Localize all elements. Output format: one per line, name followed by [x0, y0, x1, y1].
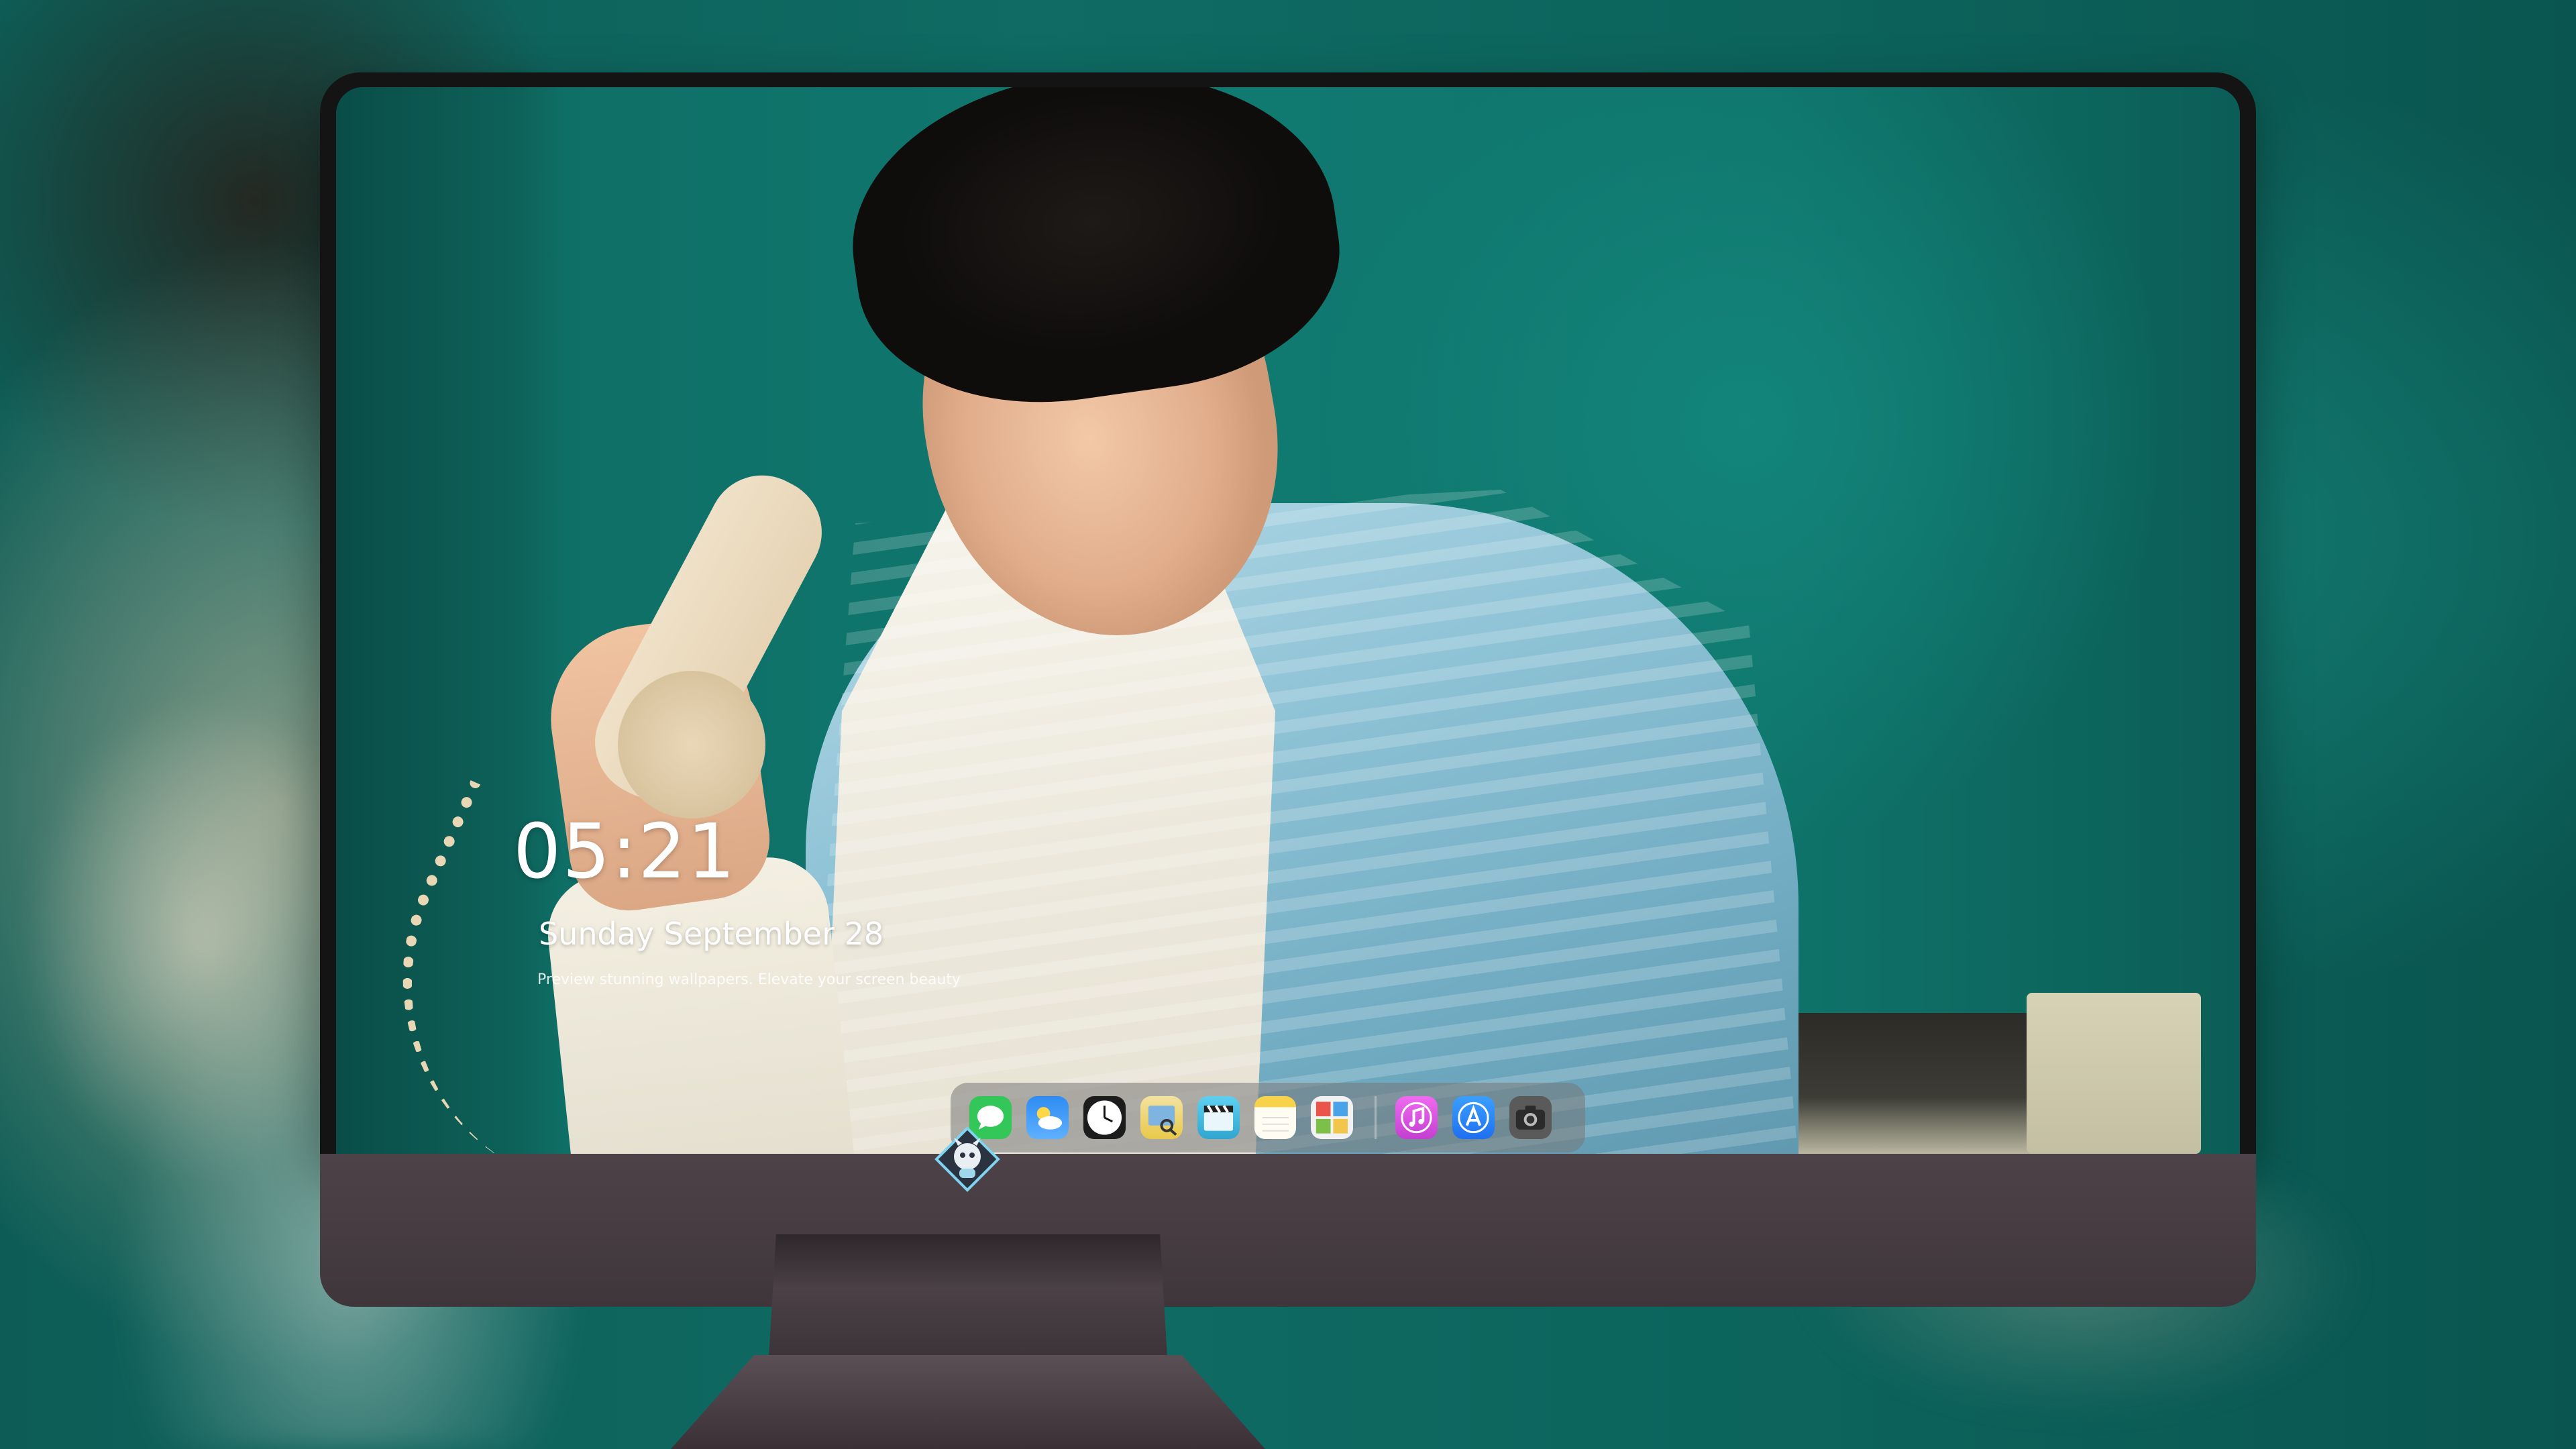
clock-icon[interactable]	[1083, 1096, 1126, 1139]
monitor: 05:21 Sunday September 28 Preview stunni…	[320, 72, 2256, 1307]
lock-screen-caption: Preview stunning wallpapers. Elevate you…	[537, 971, 961, 988]
dock-separator	[1375, 1096, 1377, 1139]
monitor-chin	[320, 1154, 2256, 1307]
lock-screen-date: Sunday September 28	[539, 916, 884, 952]
music-icon[interactable]	[1395, 1096, 1438, 1139]
wallpaper-light-stripes	[806, 490, 1799, 1154]
weather-icon[interactable]	[1026, 1096, 1069, 1139]
monitor-screen: 05:21 Sunday September 28 Preview stunni…	[336, 87, 2240, 1154]
monitor-stand-base	[671, 1355, 1265, 1449]
photo-booth-icon[interactable]	[1311, 1096, 1354, 1139]
wallpaper-person-hair	[833, 87, 1356, 428]
dock	[951, 1083, 1585, 1152]
notes-icon[interactable]	[1254, 1096, 1297, 1139]
mascot-logo-icon	[934, 1126, 1001, 1193]
wallpaper-paper-stack	[2027, 993, 2201, 1154]
wallpaper-phone-earpiece	[618, 671, 765, 818]
monitor-stand-neck	[768, 1234, 1168, 1368]
camera-icon[interactable]	[1509, 1096, 1552, 1139]
lock-screen-clock: 05:21	[513, 808, 737, 896]
clapperboard-icon[interactable]	[1197, 1096, 1240, 1139]
desktop-background: 05:21 Sunday September 28 Preview stunni…	[0, 0, 2576, 1449]
app-store-icon[interactable]	[1452, 1096, 1495, 1139]
preview-icon[interactable]	[1140, 1096, 1183, 1139]
